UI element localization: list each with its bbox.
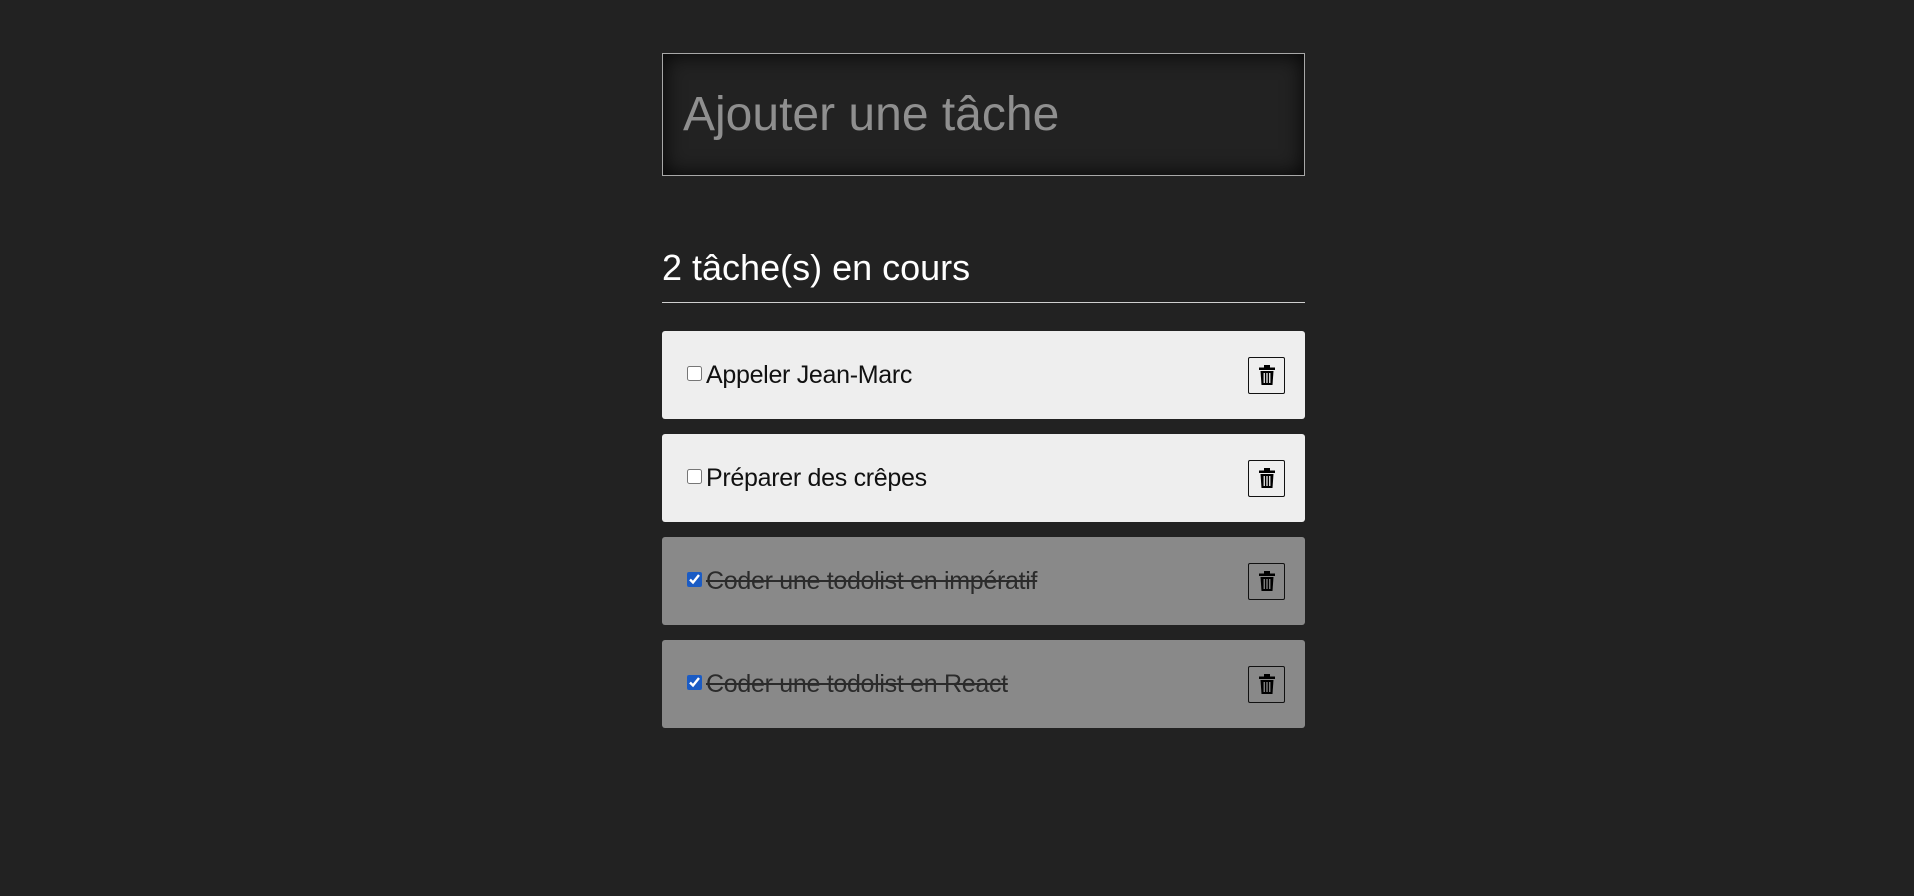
task-label: Coder une todolist en impératif	[706, 566, 1038, 595]
trash-icon	[1258, 571, 1275, 591]
task-item: Appeler Jean-Marc	[662, 331, 1305, 419]
trash-icon	[1258, 365, 1275, 385]
task-list: Appeler Jean-Marc Préparer des crêpes Co…	[662, 331, 1305, 728]
delete-task-button[interactable]	[1248, 356, 1285, 394]
delete-task-button[interactable]	[1248, 562, 1285, 600]
add-task-input[interactable]	[662, 53, 1305, 176]
task-checkbox[interactable]	[687, 571, 702, 587]
task-item-completed: Coder une todolist en React	[662, 640, 1305, 728]
divider	[662, 302, 1305, 303]
task-checkbox[interactable]	[687, 674, 702, 690]
delete-task-button[interactable]	[1248, 459, 1285, 497]
task-label: Préparer des crêpes	[706, 463, 927, 492]
task-item: Préparer des crêpes	[662, 434, 1305, 522]
task-label: Coder une todolist en React	[706, 669, 1008, 698]
trash-icon	[1258, 674, 1275, 694]
pending-count-heading: 2 tâche(s) en cours	[662, 247, 971, 288]
todo-app: 2 tâche(s) en cours Appeler Jean-Marc Pr…	[662, 53, 1305, 743]
task-checkbox[interactable]	[687, 365, 702, 381]
task-item-completed: Coder une todolist en impératif	[662, 537, 1305, 625]
task-label: Appeler Jean-Marc	[706, 360, 913, 389]
trash-icon	[1258, 468, 1275, 488]
delete-task-button[interactable]	[1248, 665, 1285, 703]
task-checkbox[interactable]	[687, 468, 702, 484]
